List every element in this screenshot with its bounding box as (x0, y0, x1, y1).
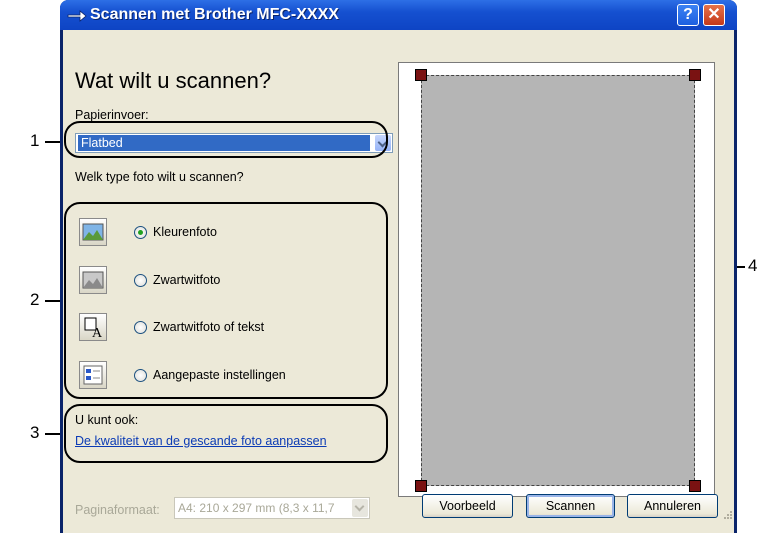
close-button[interactable]: ✕ (703, 4, 725, 26)
resize-grip-icon[interactable] (721, 508, 733, 520)
callout-2: 2 (30, 290, 40, 309)
window-title-text: Scannen met Brother MFC- (90, 6, 297, 23)
callout-4: 4 (748, 256, 758, 275)
callout-3: 3 (30, 423, 40, 442)
highlight-ring-more-options (64, 404, 388, 463)
scan-button[interactable]: Scannen (526, 494, 615, 518)
crop-handle-bottom-left[interactable] (415, 480, 427, 492)
highlight-ring-paper-source (64, 121, 388, 158)
page-title: Wat wilt u scannen? (75, 68, 272, 93)
scan-area[interactable] (421, 75, 695, 486)
window-title: Scannen met Brother MFC-XXXX (90, 6, 339, 24)
photo-type-question: Welk type foto wilt u scannen? (75, 170, 244, 184)
window-title-model: XXXX (296, 6, 339, 23)
page-format-select: A4: 210 x 297 mm (8,3 x 11,7 (174, 497, 370, 519)
scanner-icon (67, 10, 87, 22)
preview-button[interactable]: Voorbeeld (422, 494, 513, 518)
chevron-down-icon (352, 499, 368, 517)
crop-handle-bottom-right[interactable] (689, 480, 701, 492)
crop-handle-top-left[interactable] (415, 69, 427, 81)
page-format-label: Paginaformaat: (75, 503, 160, 517)
highlight-ring-photo-type (64, 202, 388, 399)
callout-1: 1 (30, 131, 40, 150)
preview-panel[interactable] (398, 62, 715, 497)
title-bar: Scannen met Brother MFC-XXXX ? ✕ (60, 0, 737, 30)
page-format-value: A4: 210 x 297 mm (8,3 x 11,7 (178, 501, 335, 515)
cancel-button[interactable]: Annuleren (627, 494, 718, 518)
help-button[interactable]: ? (677, 4, 699, 26)
crop-handle-top-right[interactable] (689, 69, 701, 81)
paper-source-label: Papierinvoer: (75, 108, 149, 122)
